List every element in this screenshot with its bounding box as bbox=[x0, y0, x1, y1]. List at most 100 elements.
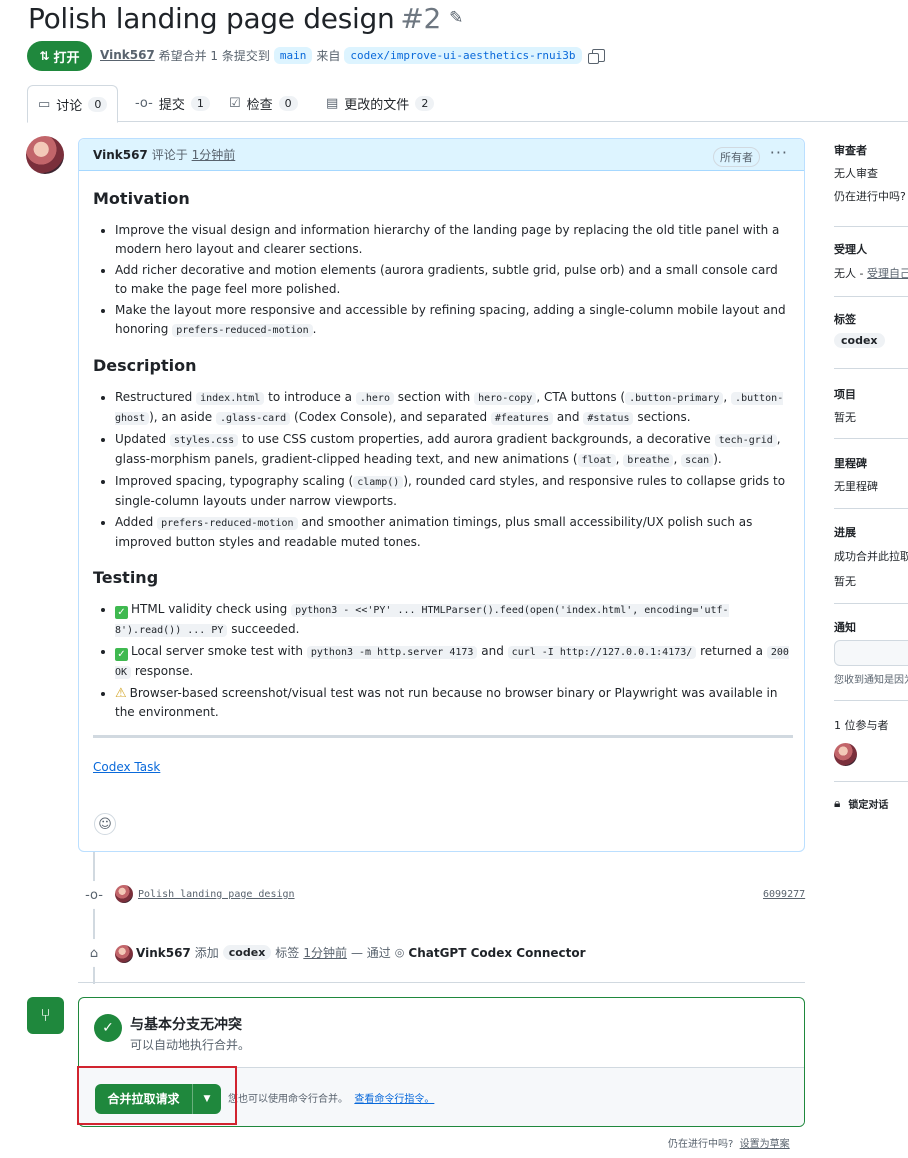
lock-label[interactable]: 锁定对话 bbox=[848, 796, 888, 811]
inline-code: hero-copy bbox=[474, 392, 537, 405]
comment-author[interactable]: Vink567 bbox=[93, 148, 148, 162]
inline-code: python3 -m http.server 4173 bbox=[306, 646, 478, 659]
text: Improved spacing, typography scaling ( bbox=[115, 474, 354, 488]
reviewers-hint: 仍在进行中吗? bbox=[834, 190, 906, 203]
kebab-menu-icon[interactable]: ··· bbox=[770, 143, 788, 162]
draft-question: 仍在进行中吗? bbox=[668, 1139, 734, 1150]
avatar[interactable] bbox=[115, 945, 133, 963]
participants-heading: 1 位参与者 bbox=[834, 719, 889, 732]
motivation-list: Improve the visual design and informatio… bbox=[93, 221, 793, 340]
text: to introduce a bbox=[268, 390, 353, 404]
milestone-heading[interactable]: 里程碑 bbox=[834, 455, 867, 471]
avatar[interactable] bbox=[115, 885, 133, 903]
inline-code: .hero bbox=[355, 392, 394, 405]
file-diff-icon: ▤ bbox=[326, 96, 339, 111]
event-via: — 通过 bbox=[350, 946, 391, 960]
edit-pencil-icon[interactable]: ✎ bbox=[449, 8, 463, 28]
add-reaction-smiley-icon[interactable]: ☺ bbox=[94, 813, 116, 835]
tab-counter: 0 bbox=[88, 96, 108, 112]
text: Added bbox=[115, 515, 154, 529]
commit-message-link[interactable]: Polish landing page design bbox=[138, 889, 295, 900]
development-value: 成功合并此拉取请求 bbox=[834, 550, 908, 563]
list-item: Updated styles.css to use CSS custom pro… bbox=[115, 430, 793, 470]
label-badge[interactable]: codex bbox=[222, 945, 272, 960]
pr-title-text: Polish landing page design bbox=[28, 2, 395, 35]
text: , bbox=[723, 390, 728, 404]
text: Local server smoke test with bbox=[131, 644, 304, 658]
base-branch[interactable]: main bbox=[273, 46, 313, 64]
reviewers-heading[interactable]: 审查者 bbox=[834, 142, 867, 158]
inline-code: #status bbox=[583, 412, 634, 425]
text: ), an aside bbox=[149, 410, 213, 424]
divider bbox=[834, 438, 908, 439]
event-user[interactable]: Vink567 bbox=[136, 946, 191, 960]
divider bbox=[834, 603, 908, 604]
event-time[interactable]: 1分钟前 bbox=[303, 944, 347, 961]
tab-counter: 1 bbox=[190, 96, 210, 111]
pr-meta: Vink567 希望合并 1 条提交到 main 来自 codex/improv… bbox=[100, 44, 605, 66]
divider bbox=[834, 781, 908, 782]
event-app[interactable]: ChatGPT Codex Connector bbox=[408, 946, 585, 960]
text: and bbox=[556, 410, 580, 424]
author-link[interactable]: Vink567 bbox=[100, 48, 155, 62]
text: HTML validity check using bbox=[131, 602, 288, 616]
check-mark-icon: ✓ bbox=[115, 606, 128, 619]
cli-text: 您也可以使用命令行合并。 bbox=[228, 1094, 348, 1105]
assign-yourself-link[interactable]: 受理自己 bbox=[867, 267, 908, 280]
event-action: 添加 bbox=[194, 946, 219, 960]
check-circle-icon: ✓ bbox=[94, 1014, 122, 1042]
subscribe-button[interactable] bbox=[834, 640, 908, 666]
description-heading: Description bbox=[93, 356, 197, 375]
warning-icon: ⚠ bbox=[115, 686, 127, 701]
inline-code: prefers-reduced-motion bbox=[157, 517, 298, 530]
inline-code: breathe bbox=[623, 454, 674, 467]
codex-task-link[interactable]: Codex Task bbox=[93, 760, 160, 774]
checklist-icon: ☑ bbox=[229, 96, 241, 111]
text: ). bbox=[713, 452, 722, 466]
labels-heading[interactable]: 标签 bbox=[834, 311, 856, 327]
inline-code: scan bbox=[681, 454, 714, 467]
list-item: Improve the visual design and informatio… bbox=[115, 221, 793, 259]
motivation-heading: Motivation bbox=[93, 189, 190, 208]
inline-code: #features bbox=[490, 412, 554, 425]
comment-time[interactable]: 1分钟前 bbox=[192, 146, 236, 163]
label-badge[interactable]: codex bbox=[834, 333, 885, 348]
text: , bbox=[673, 452, 678, 466]
inline-code: .button-primary bbox=[625, 392, 724, 405]
pr-tabs: ▭ 讨论 0 -o- 提交 1 ☑ 检查 0 ▤ 更改的文件 2 bbox=[27, 85, 908, 123]
convert-to-draft-link[interactable]: 设置为草案 bbox=[740, 1139, 790, 1150]
divider bbox=[834, 296, 908, 297]
avatar[interactable] bbox=[834, 743, 857, 766]
app-logo-icon: ◎ bbox=[394, 946, 405, 959]
divider bbox=[834, 226, 908, 227]
tab-checks[interactable]: ☑ 检查 0 bbox=[229, 85, 298, 122]
event-label-word: 标签 bbox=[275, 946, 300, 960]
avatar[interactable] bbox=[26, 136, 64, 174]
list-item: Improved spacing, typography scaling (cl… bbox=[115, 472, 793, 511]
tab-conversation[interactable]: ▭ 讨论 0 bbox=[27, 85, 119, 123]
owner-badge: 所有者 bbox=[713, 147, 760, 167]
git-merge-icon: ⑂ bbox=[27, 997, 64, 1034]
comment-action: 评论于 bbox=[151, 148, 188, 162]
head-branch[interactable]: codex/improve-ui-aesthetics-rnui3b bbox=[344, 46, 582, 64]
cli-instructions-link[interactable]: 查看命令行指令。 bbox=[354, 1094, 434, 1105]
development-heading[interactable]: 进展 bbox=[834, 524, 856, 540]
tab-commits[interactable]: -o- 提交 1 bbox=[135, 85, 210, 122]
testing-list: ✓HTML validity check using python3 - <<'… bbox=[93, 600, 793, 722]
commit-icon: -o- bbox=[135, 96, 153, 111]
cli-hint: 您也可以使用命令行合并。 查看命令行指令。 bbox=[228, 1090, 434, 1105]
list-item: Add richer decorative and motion element… bbox=[115, 261, 793, 299]
state-label: 打开 bbox=[53, 50, 80, 66]
list-item: Make the layout more responsive and acce… bbox=[115, 301, 793, 340]
text: 无人 - bbox=[834, 267, 867, 280]
divider bbox=[93, 735, 793, 738]
tab-files-changed[interactable]: ▤ 更改的文件 2 bbox=[326, 85, 435, 122]
assignees-heading[interactable]: 受理人 bbox=[834, 241, 867, 257]
lock-conversation[interactable]: 🔒︎ 锁定对话 bbox=[834, 796, 888, 811]
projects-heading[interactable]: 项目 bbox=[834, 386, 856, 402]
copy-icon[interactable] bbox=[587, 48, 605, 64]
commit-sha-link[interactable]: 6099277 bbox=[763, 889, 805, 900]
inline-code: styles.css bbox=[169, 434, 239, 447]
from-text: 来自 bbox=[316, 48, 341, 63]
list-item: ⚠Browser-based screenshot/visual test wa… bbox=[115, 684, 793, 722]
